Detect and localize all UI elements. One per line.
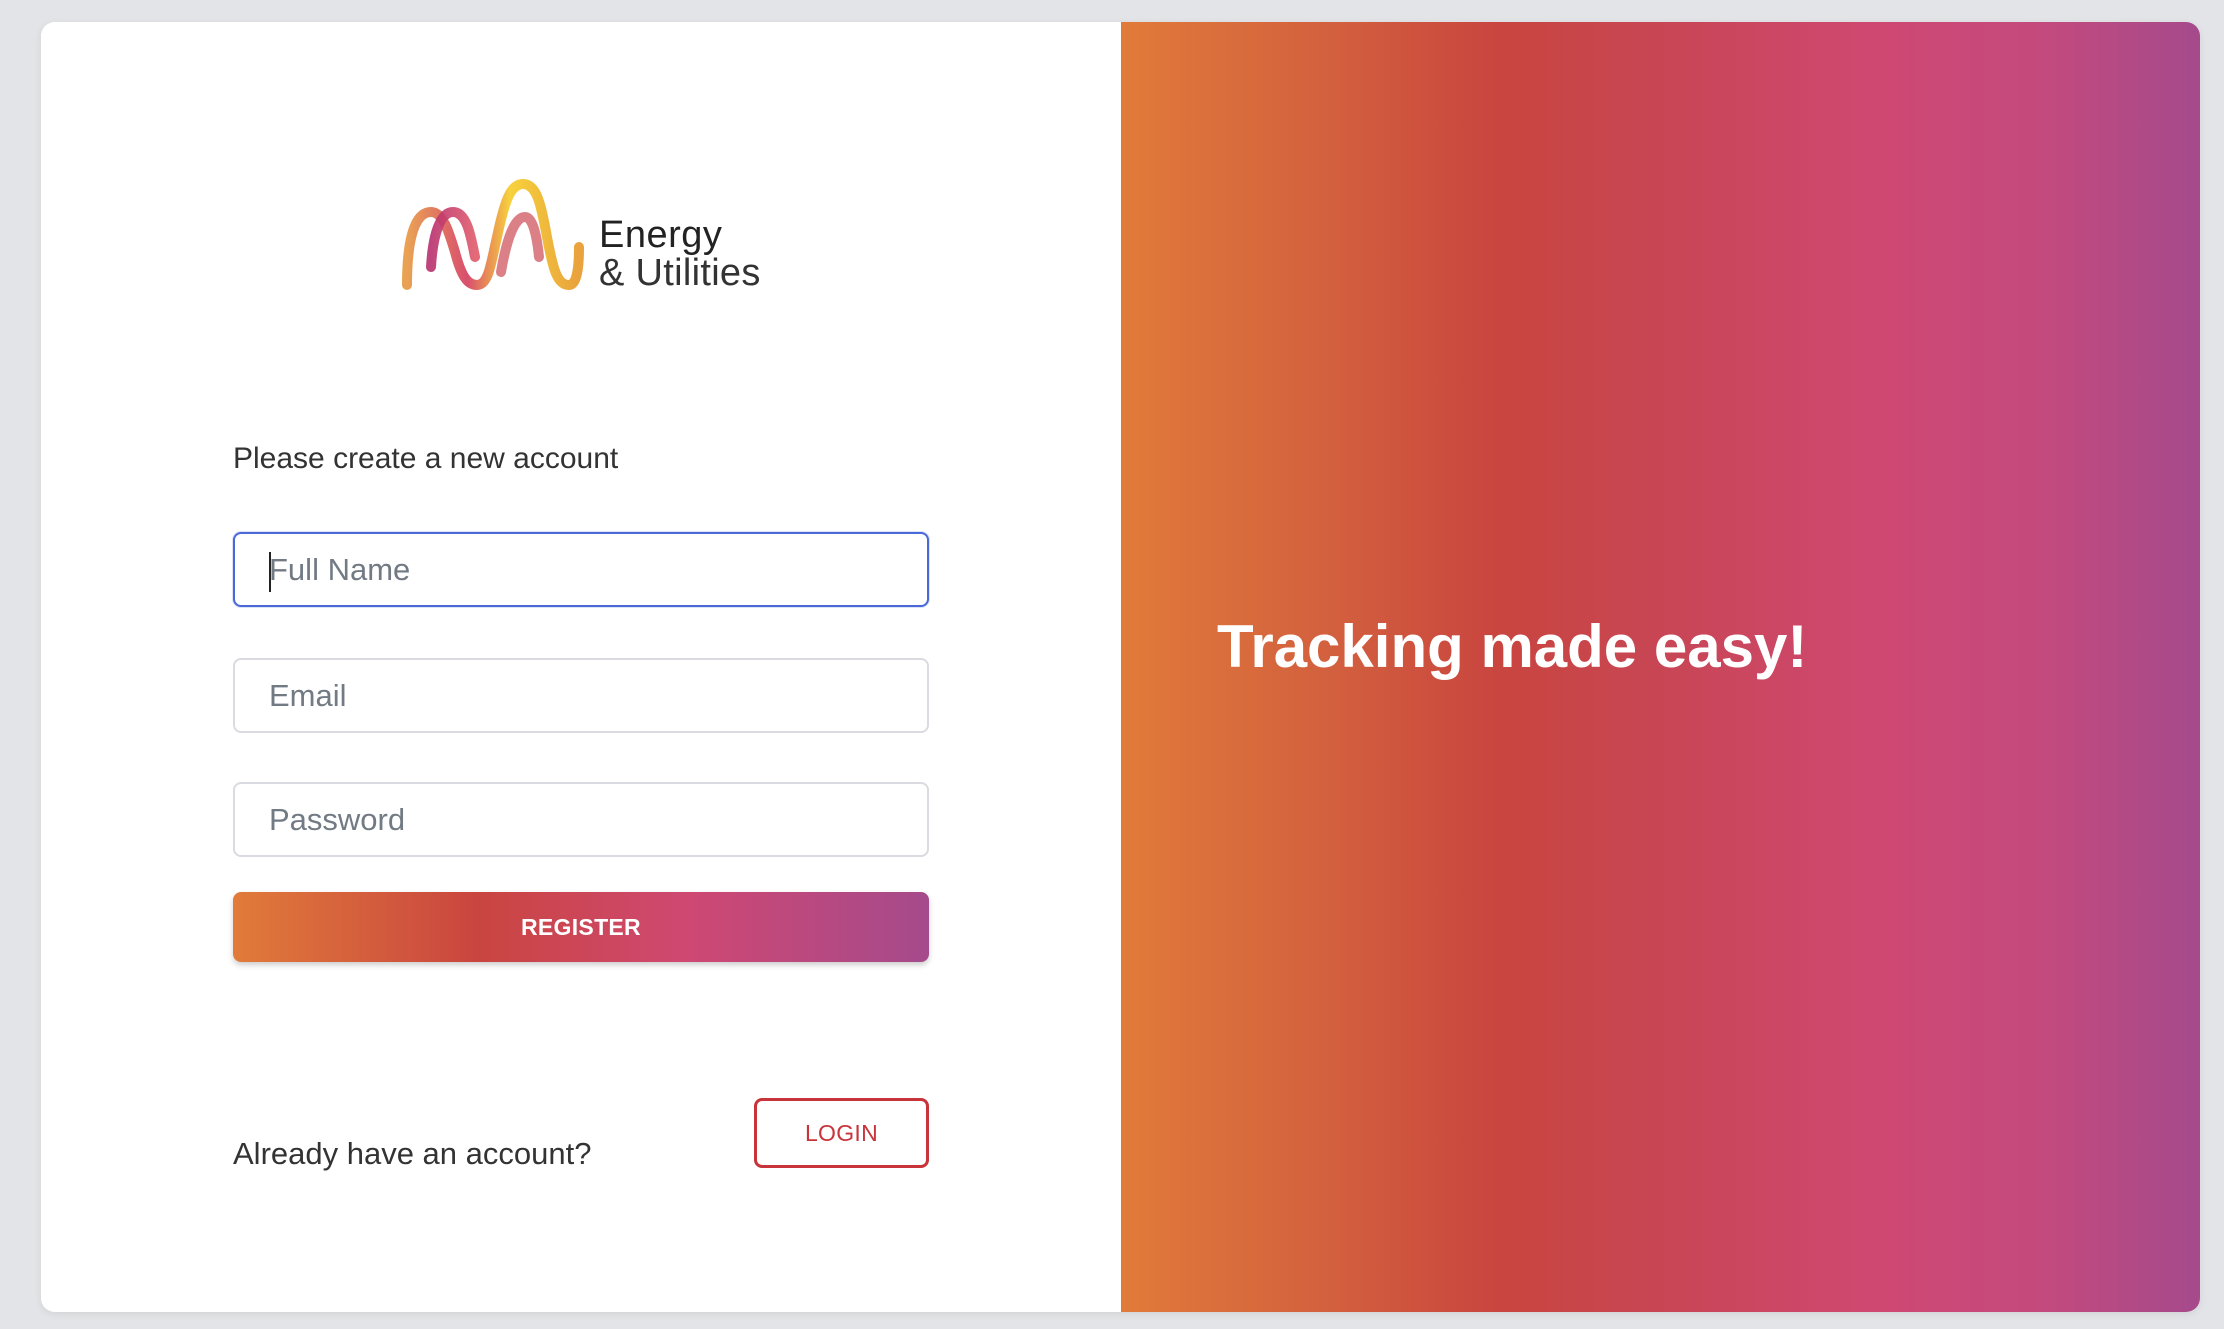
password-field[interactable]	[233, 782, 929, 857]
login-button[interactable]: LOGIN	[754, 1098, 929, 1168]
email-input[interactable]	[235, 660, 927, 731]
wave-logo-icon	[402, 178, 584, 291]
brand-name-line2: & Utilities	[599, 252, 761, 294]
hero-tagline: Tracking made easy!	[1217, 613, 1808, 680]
already-have-account-text: Already have an account?	[233, 1136, 592, 1171]
hero-pane: Tracking made easy!	[1121, 22, 2200, 1312]
email-field[interactable]	[233, 658, 929, 733]
register-button[interactable]: REGISTER	[233, 892, 929, 962]
brand-name-line1: Energy	[599, 214, 723, 256]
full-name-field[interactable]	[233, 532, 929, 607]
text-caret	[269, 552, 271, 592]
full-name-input[interactable]	[235, 534, 927, 605]
form-heading: Please create a new account	[233, 442, 619, 475]
password-input[interactable]	[235, 784, 927, 855]
register-card: Energy & Utilities Please create a new a…	[41, 22, 2200, 1312]
form-pane: Energy & Utilities Please create a new a…	[41, 22, 1121, 1312]
brand-logo: Energy & Utilities	[399, 157, 779, 297]
